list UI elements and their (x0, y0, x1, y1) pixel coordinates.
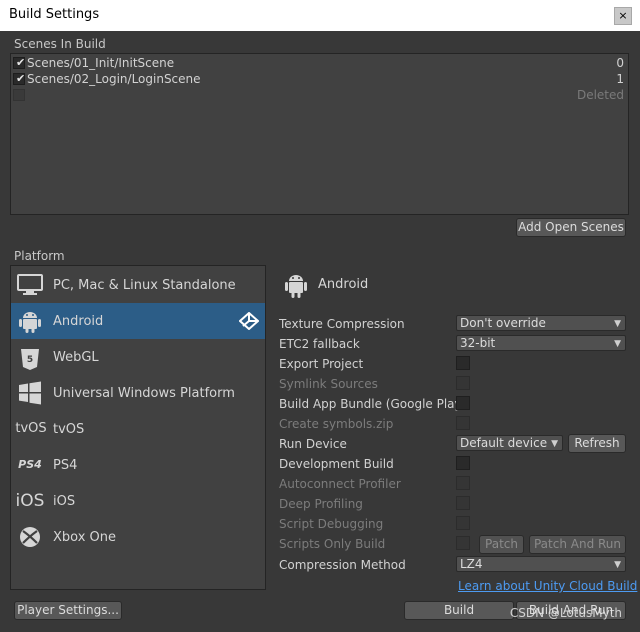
compression-method-dropdown[interactable]: LZ4 ▼ (456, 556, 626, 572)
create-symbols-label: Create symbols.zip (279, 417, 394, 431)
platform-item-standalone[interactable]: PC, Mac & Linux Standalone (11, 267, 265, 303)
build-button[interactable]: Build (404, 601, 514, 620)
window-title: Build Settings (9, 7, 100, 22)
close-button[interactable]: × (614, 7, 632, 25)
symlink-sources-checkbox[interactable] (456, 376, 470, 390)
platform-item-ps4[interactable]: PS4 PS4 (11, 447, 265, 483)
scene-index: 1 (616, 72, 624, 86)
dropdown-value: 32-bit (460, 336, 496, 350)
patch-button[interactable]: Patch (479, 535, 524, 554)
android-icon (17, 309, 43, 333)
dropdown-value: Default device (460, 436, 548, 450)
chevron-down-icon: ▼ (614, 339, 621, 349)
scene-row[interactable]: ✔ Scenes/02_Login/LoginScene 1 (11, 71, 628, 87)
run-device-dropdown[interactable]: Default device ▼ (456, 435, 563, 451)
platform-item-uwp[interactable]: Universal Windows Platform (11, 375, 265, 411)
symlink-sources-label: Symlink Sources (279, 377, 378, 391)
deep-profiling-checkbox[interactable] (456, 496, 470, 510)
etc2-fallback-dropdown[interactable]: 32-bit ▼ (456, 335, 626, 351)
scene-checkbox[interactable]: ✔ (13, 56, 26, 69)
check-icon: ✔ (16, 72, 26, 85)
title-bar: Build Settings × (0, 0, 640, 31)
html5-icon: 5 (17, 345, 43, 370)
autoconnect-profiler-label: Autoconnect Profiler (279, 477, 401, 491)
script-debugging-label: Script Debugging (279, 517, 384, 531)
player-settings-button[interactable]: Player Settings... (14, 601, 122, 620)
platform-title: Android (318, 277, 369, 292)
monitor-icon (17, 273, 43, 297)
platform-label: WebGL (53, 350, 99, 365)
build-app-bundle-label: Build App Bundle (Google Play) (279, 397, 467, 411)
export-project-checkbox[interactable] (456, 356, 470, 370)
autoconnect-profiler-checkbox[interactable] (456, 476, 470, 490)
deep-profiling-label: Deep Profiling (279, 497, 363, 511)
scene-checkbox[interactable] (13, 89, 25, 101)
watermark: CSDN @LotusMyth (509, 606, 622, 620)
close-icon: × (618, 9, 628, 22)
etc2-fallback-label: ETC2 fallback (279, 337, 360, 351)
unity-cloud-build-link[interactable]: Learn about Unity Cloud Build (458, 579, 637, 593)
platform-label: Android (53, 314, 104, 329)
refresh-button[interactable]: Refresh (568, 434, 626, 453)
scene-index: 0 (616, 56, 624, 70)
android-icon (283, 270, 309, 300)
tvos-icon: tvOS (15, 421, 47, 436)
platform-label: iOS (53, 494, 76, 509)
platform-label: Platform (14, 249, 65, 263)
create-symbols-checkbox[interactable] (456, 416, 470, 430)
platform-label: PC, Mac & Linux Standalone (53, 278, 236, 293)
xbox-icon (17, 525, 43, 549)
chevron-down-icon: ▼ (614, 560, 621, 570)
platform-item-webgl[interactable]: 5 WebGL (11, 339, 265, 375)
scene-row[interactable]: Deleted (11, 87, 628, 103)
ios-icon: iOS (15, 491, 45, 511)
add-open-scenes-button[interactable]: Add Open Scenes (516, 218, 626, 237)
scene-name: Scenes/02_Login/LoginScene (27, 72, 201, 86)
texture-compression-dropdown[interactable]: Don't override ▼ (456, 315, 626, 331)
platform-label: tvOS (53, 422, 85, 437)
export-project-label: Export Project (279, 357, 364, 371)
development-build-checkbox[interactable] (456, 456, 470, 470)
platform-list[interactable]: PC, Mac & Linux Standalone Android 5 Web… (10, 265, 266, 590)
texture-compression-label: Texture Compression (279, 317, 405, 331)
platform-item-tvos[interactable]: tvOS tvOS (11, 411, 265, 447)
development-build-label: Development Build (279, 457, 394, 471)
dropdown-value: LZ4 (460, 557, 483, 571)
scripts-only-build-checkbox[interactable] (456, 536, 470, 550)
build-app-bundle-checkbox[interactable] (456, 396, 470, 410)
check-icon: ✔ (16, 56, 26, 69)
scenes-list[interactable]: ✔ Scenes/01_Init/InitScene 0 ✔ Scenes/02… (10, 53, 629, 215)
platform-item-android[interactable]: Android (11, 303, 265, 339)
scene-name: Scenes/01_Init/InitScene (27, 56, 175, 70)
ps4-icon: PS4 (18, 458, 42, 471)
unity-logo-icon (238, 311, 260, 331)
dropdown-value: Don't override (460, 316, 546, 330)
patch-and-run-button[interactable]: Patch And Run (529, 535, 626, 554)
platform-item-xbox[interactable]: Xbox One (11, 519, 265, 555)
compression-method-label: Compression Method (279, 558, 406, 572)
scripts-only-build-label: Scripts Only Build (279, 537, 386, 551)
scene-row[interactable]: ✔ Scenes/01_Init/InitScene 0 (11, 55, 628, 71)
chevron-down-icon: ▼ (551, 439, 558, 449)
scenes-in-build-label: Scenes In Build (14, 37, 106, 51)
scene-index: Deleted (576, 88, 624, 102)
platform-label: Xbox One (53, 530, 117, 545)
platform-item-ios[interactable]: iOS iOS (11, 483, 265, 519)
script-debugging-checkbox[interactable] (456, 516, 470, 530)
svg-text:5: 5 (27, 355, 33, 365)
windows-icon (17, 381, 43, 405)
scene-checkbox[interactable]: ✔ (13, 72, 26, 85)
chevron-down-icon: ▼ (614, 319, 621, 329)
platform-label: PS4 (53, 458, 78, 473)
run-device-label: Run Device (279, 437, 347, 451)
platform-label: Universal Windows Platform (53, 386, 235, 401)
